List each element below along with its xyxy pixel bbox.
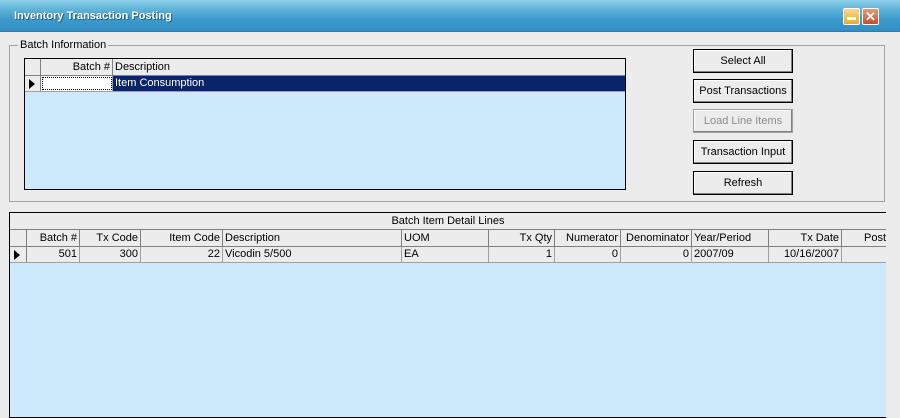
col-denominator[interactable]: Denominator [621, 230, 692, 246]
cell-post[interactable] [842, 247, 886, 262]
cell-denominator[interactable]: 0 [621, 247, 692, 262]
detail-lines-grid[interactable]: Batch Item Detail Lines Batch # Tx Code … [9, 212, 887, 418]
cell-tx-qty[interactable]: 1 [489, 247, 555, 262]
load-line-items-button[interactable]: Load Line Items [693, 109, 793, 133]
table-row[interactable]: Item Consumption [25, 76, 625, 92]
post-transactions-button[interactable]: Post Transactions [693, 79, 793, 103]
batch-description-cell[interactable]: Item Consumption [113, 76, 625, 91]
cell-batch[interactable]: 501 [27, 247, 80, 262]
batch-grid-col-description[interactable]: Description [113, 59, 625, 75]
cell-tx-code[interactable]: 300 [80, 247, 141, 262]
row-indicator [25, 76, 41, 91]
col-numerator[interactable]: Numerator [555, 230, 621, 246]
col-tx-qty[interactable]: Tx Qty [489, 230, 555, 246]
batch-information-label: Batch Information [18, 39, 109, 51]
cell-numerator[interactable]: 0 [555, 247, 621, 262]
detail-grid-corner [10, 230, 27, 246]
minimize-icon[interactable] [843, 8, 860, 25]
cell-item-code[interactable]: 22 [141, 247, 223, 262]
current-row-arrow-icon [29, 79, 35, 89]
col-description[interactable]: Description [223, 230, 402, 246]
table-row[interactable]: 501 300 22 Vicodin 5/500 EA 1 0 0 2007/0… [10, 247, 886, 263]
detail-grid-header: Batch # Tx Code Item Code Description UO… [10, 230, 886, 247]
cell-year-period[interactable]: 2007/09 [692, 247, 769, 262]
col-tx-code[interactable]: Tx Code [80, 230, 141, 246]
current-row-arrow-icon [14, 250, 20, 260]
window-edge [886, 212, 900, 418]
col-post[interactable]: Post [842, 230, 886, 246]
cell-tx-date[interactable]: 10/16/2007 [769, 247, 842, 262]
cell-description[interactable]: Vicodin 5/500 [223, 247, 402, 262]
batch-number-cell[interactable] [41, 76, 113, 91]
row-indicator [10, 247, 27, 262]
select-all-button[interactable]: Select All [693, 49, 793, 73]
col-uom[interactable]: UOM [402, 230, 489, 246]
title-bar[interactable]: Inventory Transaction Posting ✕ [0, 0, 900, 32]
col-year-period[interactable]: Year/Period [692, 230, 769, 246]
col-item-code[interactable]: Item Code [141, 230, 223, 246]
transaction-input-button[interactable]: Transaction Input [693, 140, 793, 164]
detail-lines-caption: Batch Item Detail Lines [10, 213, 886, 230]
batch-grid[interactable]: Batch # Description Item Consumption [24, 58, 626, 190]
window-title: Inventory Transaction Posting [14, 10, 172, 22]
close-icon[interactable]: ✕ [862, 8, 879, 25]
batch-grid-header: Batch # Description [25, 59, 625, 76]
refresh-button[interactable]: Refresh [693, 171, 793, 195]
col-batch[interactable]: Batch # [27, 230, 80, 246]
batch-grid-corner [25, 59, 41, 75]
cell-uom[interactable]: EA [402, 247, 489, 262]
col-tx-date[interactable]: Tx Date [769, 230, 842, 246]
batch-grid-col-batch[interactable]: Batch # [41, 59, 113, 75]
